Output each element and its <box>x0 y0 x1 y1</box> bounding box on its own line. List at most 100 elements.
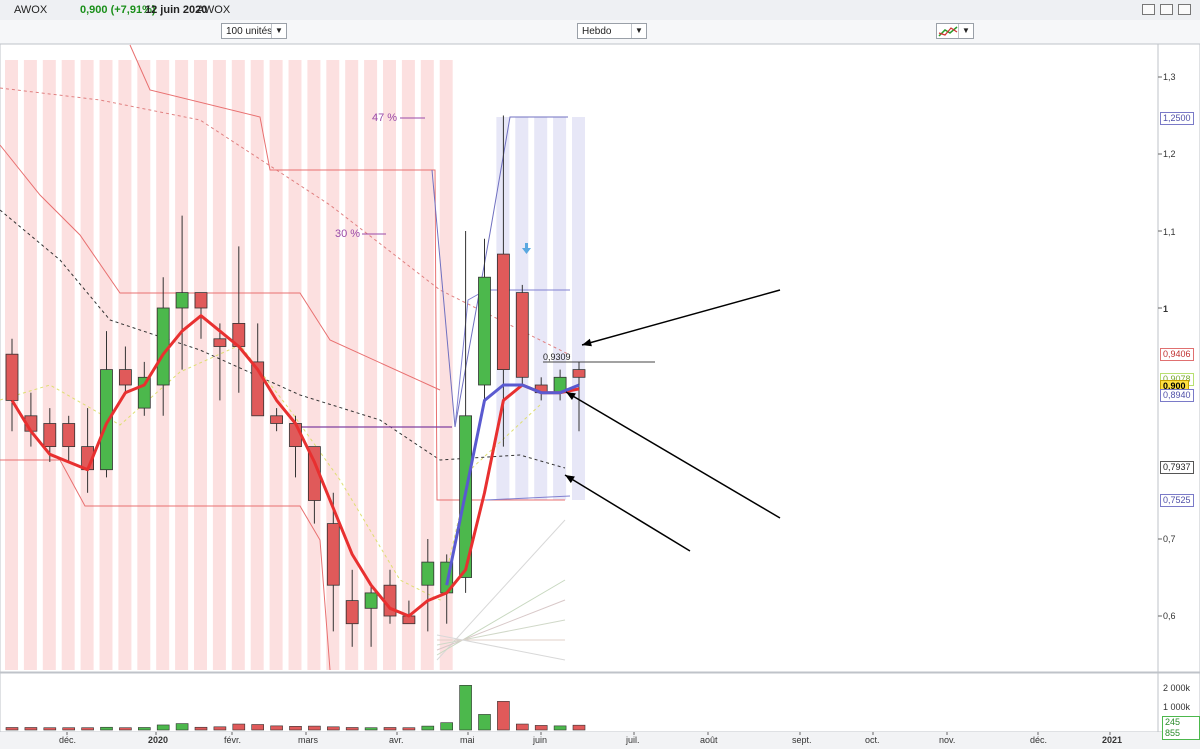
volume-bar <box>440 722 454 731</box>
volume-bar <box>119 727 132 731</box>
candle-body <box>289 423 302 448</box>
volume-panel-title: Volume <box>5 675 36 685</box>
volume-bar <box>572 724 586 731</box>
units-select[interactable]: 100 unités ▼ <box>221 23 287 39</box>
candle-body <box>156 307 170 386</box>
arrow-head <box>582 338 592 347</box>
y-tick-label: 1,3 <box>1163 72 1176 82</box>
volume-tick-label: 1 000k <box>1163 702 1191 712</box>
title-bar: AWOX 0,900 (+7,91%) 12 juin 2020 AWOX <box>0 0 1200 21</box>
volume-bar <box>478 714 491 731</box>
x-tick-label: déc. <box>59 735 77 745</box>
price-badge: 0,7525 <box>1160 494 1194 507</box>
arrow-line <box>581 289 781 346</box>
upper-envelope <box>0 144 441 391</box>
ma-red-line <box>10 314 580 618</box>
volume-bar <box>24 727 38 731</box>
volume-bar <box>100 726 113 731</box>
watermark-text: © ProRealTime.com <box>3 659 84 669</box>
candle-body <box>496 253 510 371</box>
volume-bar <box>81 727 94 731</box>
fan-line <box>436 519 566 661</box>
arrow-head <box>566 392 576 401</box>
cloud-band <box>383 60 396 670</box>
yellow-dashed <box>0 344 541 601</box>
volume-bar <box>289 726 302 731</box>
cloud-band-blue <box>534 117 548 500</box>
wrench-icon[interactable]: ⚙ <box>38 675 46 685</box>
x-tick-label: août <box>700 735 718 745</box>
window-icon[interactable]: □ <box>34 47 39 57</box>
candle-body <box>270 415 284 424</box>
volume-bar <box>364 727 378 731</box>
volume-bar <box>308 725 321 731</box>
maximize-icon[interactable] <box>1160 4 1173 15</box>
cloud-band <box>364 60 378 670</box>
watermark: © ProRealTime.com Données en temps réel <box>3 659 179 669</box>
volume-bar <box>62 727 76 731</box>
x-tick-label: sept. <box>792 735 812 745</box>
candle-body <box>137 376 151 409</box>
cloud-band <box>401 60 415 670</box>
cloud-band <box>80 60 94 670</box>
candle-body <box>326 523 340 586</box>
chart-style-button[interactable]: ▼ <box>936 23 974 39</box>
volume-bar <box>345 727 359 731</box>
candle-body <box>81 446 94 471</box>
price-panel <box>0 43 1200 673</box>
cloud-band <box>23 60 37 670</box>
volume-bar <box>497 701 510 731</box>
cloud-band <box>61 60 75 670</box>
y-tick-label: 1,1 <box>1163 227 1176 237</box>
volume-panel-label[interactable]: Volume ⚙ ✖ <box>1 673 60 687</box>
chevron-down-icon: ▼ <box>271 24 286 38</box>
volume-bar <box>156 724 170 731</box>
candle-body <box>515 292 529 378</box>
blue-lower <box>485 495 571 501</box>
cloud-band <box>137 60 151 670</box>
candle-body <box>24 415 38 432</box>
blue-riser <box>431 169 456 428</box>
blue-upper <box>454 116 568 428</box>
wrench-icon[interactable]: ⚙ <box>23 47 31 57</box>
symbol-label[interactable]: AWOX <box>14 4 47 16</box>
cloud-band <box>118 60 132 670</box>
cloud-band <box>250 60 264 670</box>
black-dashed <box>0 209 566 469</box>
cloud-band <box>288 60 302 670</box>
volume-bar <box>194 726 208 731</box>
minimize-icon[interactable] <box>1142 4 1155 15</box>
annotation-47: 47 % <box>372 112 398 124</box>
price-badge: 0,9406 <box>1160 348 1194 361</box>
close-icon[interactable]: ✖ <box>48 675 56 685</box>
x-tick-label: nov. <box>939 735 956 745</box>
candle-body <box>251 361 265 417</box>
candle-body <box>213 338 227 347</box>
cloud-band <box>156 60 170 670</box>
close-icon[interactable] <box>1178 4 1191 15</box>
candle-body <box>402 615 416 625</box>
period-select[interactable]: Hebdo ▼ <box>577 23 647 39</box>
volume-bar <box>270 725 283 731</box>
red-dashed <box>0 87 571 356</box>
close-icon[interactable]: ✖ <box>42 47 50 57</box>
cloud-band-blue <box>496 117 510 500</box>
annotation-level: 0,9309 <box>543 352 571 362</box>
cloud-band <box>42 60 56 670</box>
candle-body <box>553 376 567 394</box>
candle-body <box>307 446 321 501</box>
candle-body <box>459 415 473 578</box>
x-tick-label: oct. <box>865 735 880 745</box>
price-badge: 1,2500 <box>1160 112 1194 125</box>
price-badge: 0,8940 <box>1160 389 1194 402</box>
candle-body <box>100 369 113 471</box>
x-tick-label: mars <box>298 735 318 745</box>
time-axis-bar <box>0 732 1200 749</box>
cloud-band <box>194 60 207 670</box>
volume-bar <box>232 723 246 731</box>
candle-body <box>572 369 586 378</box>
cloud-band-blue <box>572 117 585 500</box>
x-tick-label: 2021 <box>1102 735 1123 745</box>
price-panel-label[interactable]: Prix ⚙ □ ✖ <box>1 45 54 59</box>
y-tick-label: 0,6 <box>1163 611 1176 621</box>
